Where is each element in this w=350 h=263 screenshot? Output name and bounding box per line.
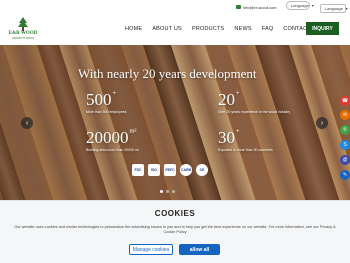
nav-faq[interactable]: FAQ xyxy=(257,26,279,32)
logo[interactable]: E&R WOOD EXPERT IN WOOD xyxy=(8,17,38,45)
stat-area: 20000m² Building area more than 20000 m² xyxy=(86,129,139,153)
email-icon[interactable]: @ xyxy=(340,155,350,165)
skype-icon[interactable]: S xyxy=(340,140,350,150)
main-nav: HOME ABOUT US PRODUCTS NEWS FAQ CONTACT … xyxy=(120,26,326,32)
slide-indicators xyxy=(160,190,175,193)
slide-dot[interactable] xyxy=(160,190,163,193)
fsc-badge: FSC xyxy=(132,164,144,176)
manage-cookies-button[interactable]: Manage cookies xyxy=(129,244,173,255)
email-text: info@er-wood.com xyxy=(243,4,277,10)
nav-news[interactable]: NEWS xyxy=(229,26,256,32)
stat-suffix: + xyxy=(236,91,240,97)
stat-description: More than 500 employees xyxy=(86,110,127,114)
stat-description: Exported to more than 30 countries xyxy=(218,148,273,152)
chevron-right-icon: › xyxy=(320,119,324,127)
stat-countries: 30+ Exported to more than 30 countries xyxy=(218,129,273,153)
stat-number: 30 xyxy=(218,128,235,147)
language-select[interactable]: Language ▾ xyxy=(320,4,348,13)
slide-dot[interactable] xyxy=(172,190,175,193)
email-link[interactable]: info@er-wood.com xyxy=(236,3,277,11)
nav-about-us[interactable]: ABOUT US xyxy=(147,26,187,32)
hero-banner: With nearly 20 years development 500+ Mo… xyxy=(0,45,350,200)
certification-badges: FSC ISO PEFC CARB CE xyxy=(132,164,208,176)
stat-suffix: + xyxy=(112,91,117,97)
phone-icon[interactable]: ☎ xyxy=(340,96,350,106)
stat-employees: 500+ More than 500 employees xyxy=(86,91,126,115)
site-header: E&R WOOD EXPERT IN WOOD HOME ABOUT US PR… xyxy=(0,14,350,45)
language-dropdown[interactable]: Language ▾ xyxy=(286,1,314,10)
iso-badge: ISO xyxy=(148,164,160,176)
stat-description: Building area more than 20000 m² xyxy=(86,148,139,152)
stat-number: 20000 xyxy=(86,128,129,147)
allow-all-button[interactable]: allow all xyxy=(179,244,220,255)
chat-icon[interactable]: ✉ xyxy=(340,110,350,120)
inquiry-icon[interactable]: ✎ xyxy=(340,170,350,180)
stat-description: Over 20 years experience in the wood ind… xyxy=(218,110,291,114)
envelope-icon xyxy=(236,5,241,9)
inquiry-button[interactable]: INQUIRY xyxy=(306,22,339,35)
top-bar: info@er-wood.com Language ▾ Language ▾ xyxy=(0,0,350,14)
slide-dot[interactable] xyxy=(166,190,169,193)
ce-badge: CE xyxy=(196,164,208,176)
prev-slide-button[interactable]: ‹ xyxy=(21,117,33,129)
carb-badge: CARB xyxy=(180,164,192,176)
tree-icon xyxy=(18,17,28,31)
cookie-title: COOKIES xyxy=(154,209,196,218)
language-select-label: Language xyxy=(325,6,343,11)
language-label: Language xyxy=(291,3,309,8)
nav-products[interactable]: PRODUCTS xyxy=(187,26,229,32)
next-slide-button[interactable]: › xyxy=(316,117,328,129)
logo-subtitle: EXPERT IN WOOD xyxy=(12,37,34,40)
whatsapp-icon[interactable]: ✆ xyxy=(340,125,350,135)
stat-number: 20 xyxy=(218,90,235,109)
cookie-banner: COOKIES Our website uses cookies and sim… xyxy=(0,200,350,263)
chevron-down-icon: ▾ xyxy=(311,3,314,8)
stat-suffix: m² xyxy=(129,129,137,135)
stat-number: 500 xyxy=(86,90,112,109)
chevron-left-icon: ‹ xyxy=(25,119,29,127)
chevron-down-icon: ▾ xyxy=(345,6,348,11)
stat-years: 20+ Over 20 years experience in the wood… xyxy=(218,91,290,115)
pefc-badge: PEFC xyxy=(164,164,176,176)
stat-suffix: + xyxy=(236,129,240,135)
nav-home[interactable]: HOME xyxy=(120,26,147,32)
cookie-text: Our website uses cookies and similar tec… xyxy=(14,225,336,234)
hero-headline: With nearly 20 years development xyxy=(78,66,257,81)
